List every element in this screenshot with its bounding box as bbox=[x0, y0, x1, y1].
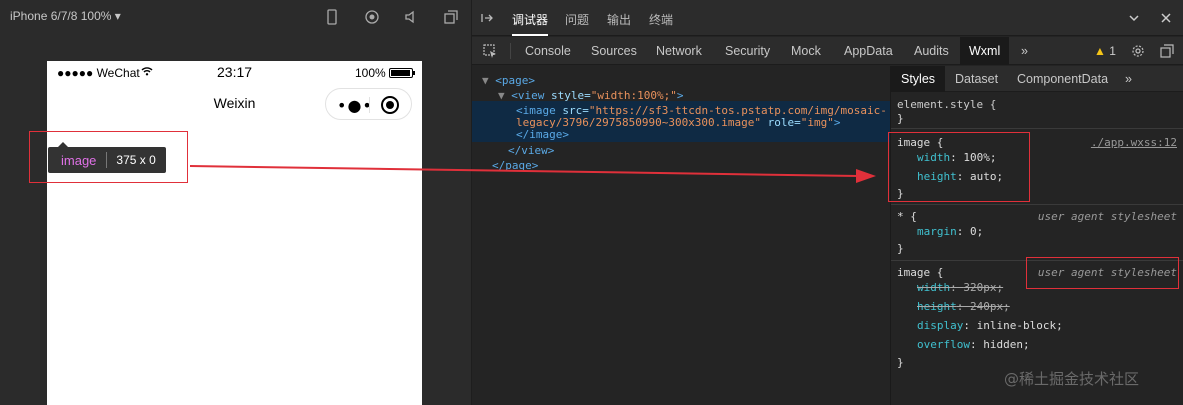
rule2-selector: * { bbox=[897, 210, 917, 223]
tab-security[interactable]: Security bbox=[725, 37, 770, 65]
wxml-tree: ▼ <page> ▼ <view style="width:100%;"> <i… bbox=[472, 66, 890, 405]
tab-dataset[interactable]: Dataset bbox=[955, 66, 998, 92]
tab-output[interactable]: 输出 bbox=[607, 11, 631, 28]
status-bar: ●●●●● WeChat 23:17 100% bbox=[47, 61, 422, 83]
tab-styles[interactable]: Styles bbox=[891, 66, 946, 92]
simulator-toolbar: iPhone 6/7/8 100% ▾ bbox=[0, 0, 472, 34]
styles-tab-bar: Styles Dataset ComponentData » bbox=[891, 66, 1183, 92]
top-tab-bar: 调试器 问题 输出 终端 bbox=[472, 0, 1183, 36]
more-style-tabs-button[interactable]: » bbox=[1125, 66, 1132, 92]
element-style-close: } bbox=[897, 112, 904, 125]
page-open-tag: <page> bbox=[495, 74, 535, 87]
close-icon[interactable] bbox=[1160, 12, 1172, 27]
chevron-down-icon[interactable] bbox=[1128, 12, 1140, 27]
tab-network[interactable]: Network bbox=[656, 37, 702, 65]
status-time: 23:17 bbox=[217, 64, 253, 80]
tab-wxml[interactable]: Wxml bbox=[960, 37, 1010, 65]
tab-componentdata[interactable]: ComponentData bbox=[1017, 66, 1108, 92]
more-tabs-button[interactable]: » bbox=[1021, 37, 1028, 65]
active-tab-indicator bbox=[512, 34, 548, 36]
detach-window-icon[interactable] bbox=[443, 9, 459, 25]
rule3-prop-display[interactable]: display: inline-block; bbox=[917, 319, 1063, 332]
close-mini-program-icon[interactable] bbox=[381, 96, 399, 114]
view-style-value: "width:100%;" bbox=[590, 89, 677, 102]
warning-badge[interactable]: ▲ 1 bbox=[1094, 44, 1116, 58]
warning-icon: ▲ bbox=[1094, 44, 1106, 58]
prop-value: hidden; bbox=[983, 338, 1030, 351]
view-style-attr: style= bbox=[551, 89, 591, 102]
annotation-box-rule1 bbox=[888, 132, 1030, 202]
phone-icon[interactable] bbox=[324, 9, 340, 25]
tab-terminal[interactable]: 终端 bbox=[649, 11, 673, 28]
wifi-icon bbox=[141, 65, 153, 79]
image-role-value: "img" bbox=[800, 116, 834, 129]
image-close-tag: </image> bbox=[516, 128, 569, 141]
dock-icon[interactable] bbox=[480, 11, 494, 28]
tab-debugger[interactable]: 调试器 bbox=[512, 11, 548, 28]
rule-divider bbox=[891, 204, 1183, 205]
rule1-source-link[interactable]: ./app.wxss:12 bbox=[1091, 136, 1177, 149]
tab-issues[interactable]: 问题 bbox=[565, 11, 589, 28]
view-open-tag: <view bbox=[511, 89, 545, 102]
tab-audits[interactable]: Audits bbox=[914, 37, 949, 65]
device-select[interactable]: iPhone 6/7/8 100% ▾ bbox=[10, 9, 121, 23]
volume-icon[interactable] bbox=[403, 9, 419, 25]
view-close-tag: </view> bbox=[508, 144, 555, 157]
rule2-prop-margin[interactable]: margin: 0; bbox=[917, 225, 983, 238]
rule2-close: } bbox=[897, 242, 904, 255]
undock-icon[interactable] bbox=[1160, 44, 1174, 61]
styles-pane: Styles Dataset ComponentData » element.s… bbox=[890, 66, 1183, 405]
prop-name: display bbox=[917, 319, 964, 332]
inspect-element-icon[interactable] bbox=[482, 43, 498, 62]
more-icon[interactable]: •●• bbox=[337, 96, 373, 115]
prop-name: overflow bbox=[917, 338, 970, 351]
element-style-selector: element.style { bbox=[897, 98, 997, 111]
page-close-tag: </page> bbox=[492, 159, 539, 172]
expand-arrow-icon[interactable]: ▼ bbox=[482, 74, 489, 87]
devtools-panel: 调试器 问题 输出 终端 Console Sources Network Sec… bbox=[472, 0, 1183, 405]
phone-screen[interactable]: ●●●●● WeChat 23:17 100% Weixin •●• bbox=[47, 61, 422, 405]
warning-count: 1 bbox=[1109, 44, 1116, 58]
prop-value: 0; bbox=[970, 225, 984, 238]
tab-appdata[interactable]: AppData bbox=[844, 37, 893, 65]
rule3-close: } bbox=[897, 356, 904, 369]
view-bracket: > bbox=[676, 89, 684, 102]
expand-arrow-icon[interactable]: ▼ bbox=[498, 89, 505, 102]
battery-percent: 100% bbox=[355, 66, 386, 80]
rule3-prop-overflow[interactable]: overflow: hidden; bbox=[917, 338, 1030, 351]
rule3-prop-height-overridden[interactable]: height: 240px; bbox=[917, 300, 1010, 313]
image-role-attr: role= bbox=[767, 116, 801, 129]
prop-value: 320px; bbox=[963, 281, 1004, 294]
rule3-selector: image { bbox=[897, 266, 944, 279]
simulator-panel: iPhone 6/7/8 100% ▾ ●●●●● WeChat 23:17 1… bbox=[0, 0, 472, 405]
prop-name: width bbox=[917, 281, 951, 294]
record-icon[interactable] bbox=[364, 9, 380, 25]
prop-value: 240px; bbox=[970, 300, 1010, 313]
prop-name: height bbox=[917, 300, 957, 313]
battery-icon bbox=[389, 68, 415, 78]
tab-sources[interactable]: Sources bbox=[591, 37, 637, 65]
panel-tab-bar: Console Sources Network Security Mock Ap… bbox=[472, 37, 1183, 65]
prop-value: inline-block; bbox=[976, 319, 1063, 332]
tab-divider bbox=[510, 43, 511, 59]
watermark: @稀土掘金技术社区 bbox=[1004, 370, 1140, 388]
capsule-divider bbox=[369, 97, 370, 113]
settings-icon[interactable] bbox=[1131, 44, 1145, 61]
annotation-box-tooltip bbox=[29, 131, 188, 183]
prop-name: margin bbox=[917, 225, 957, 238]
rule3-prop-width-overridden[interactable]: width: 320px; bbox=[917, 281, 1003, 294]
tab-console[interactable]: Console bbox=[525, 37, 571, 65]
tab-mock[interactable]: Mock bbox=[791, 37, 821, 65]
view-node[interactable]: ▼ <view style="width:100%;"> bbox=[498, 89, 683, 102]
carrier-label: ●●●●● WeChat bbox=[57, 66, 140, 80]
page-node[interactable]: ▼ <page> bbox=[482, 74, 535, 87]
annotation-box-ua-source bbox=[1026, 257, 1179, 289]
menu-capsule[interactable]: •●• bbox=[325, 88, 412, 120]
rule2-source: user agent stylesheet bbox=[1037, 210, 1177, 223]
rule-divider bbox=[891, 128, 1183, 129]
